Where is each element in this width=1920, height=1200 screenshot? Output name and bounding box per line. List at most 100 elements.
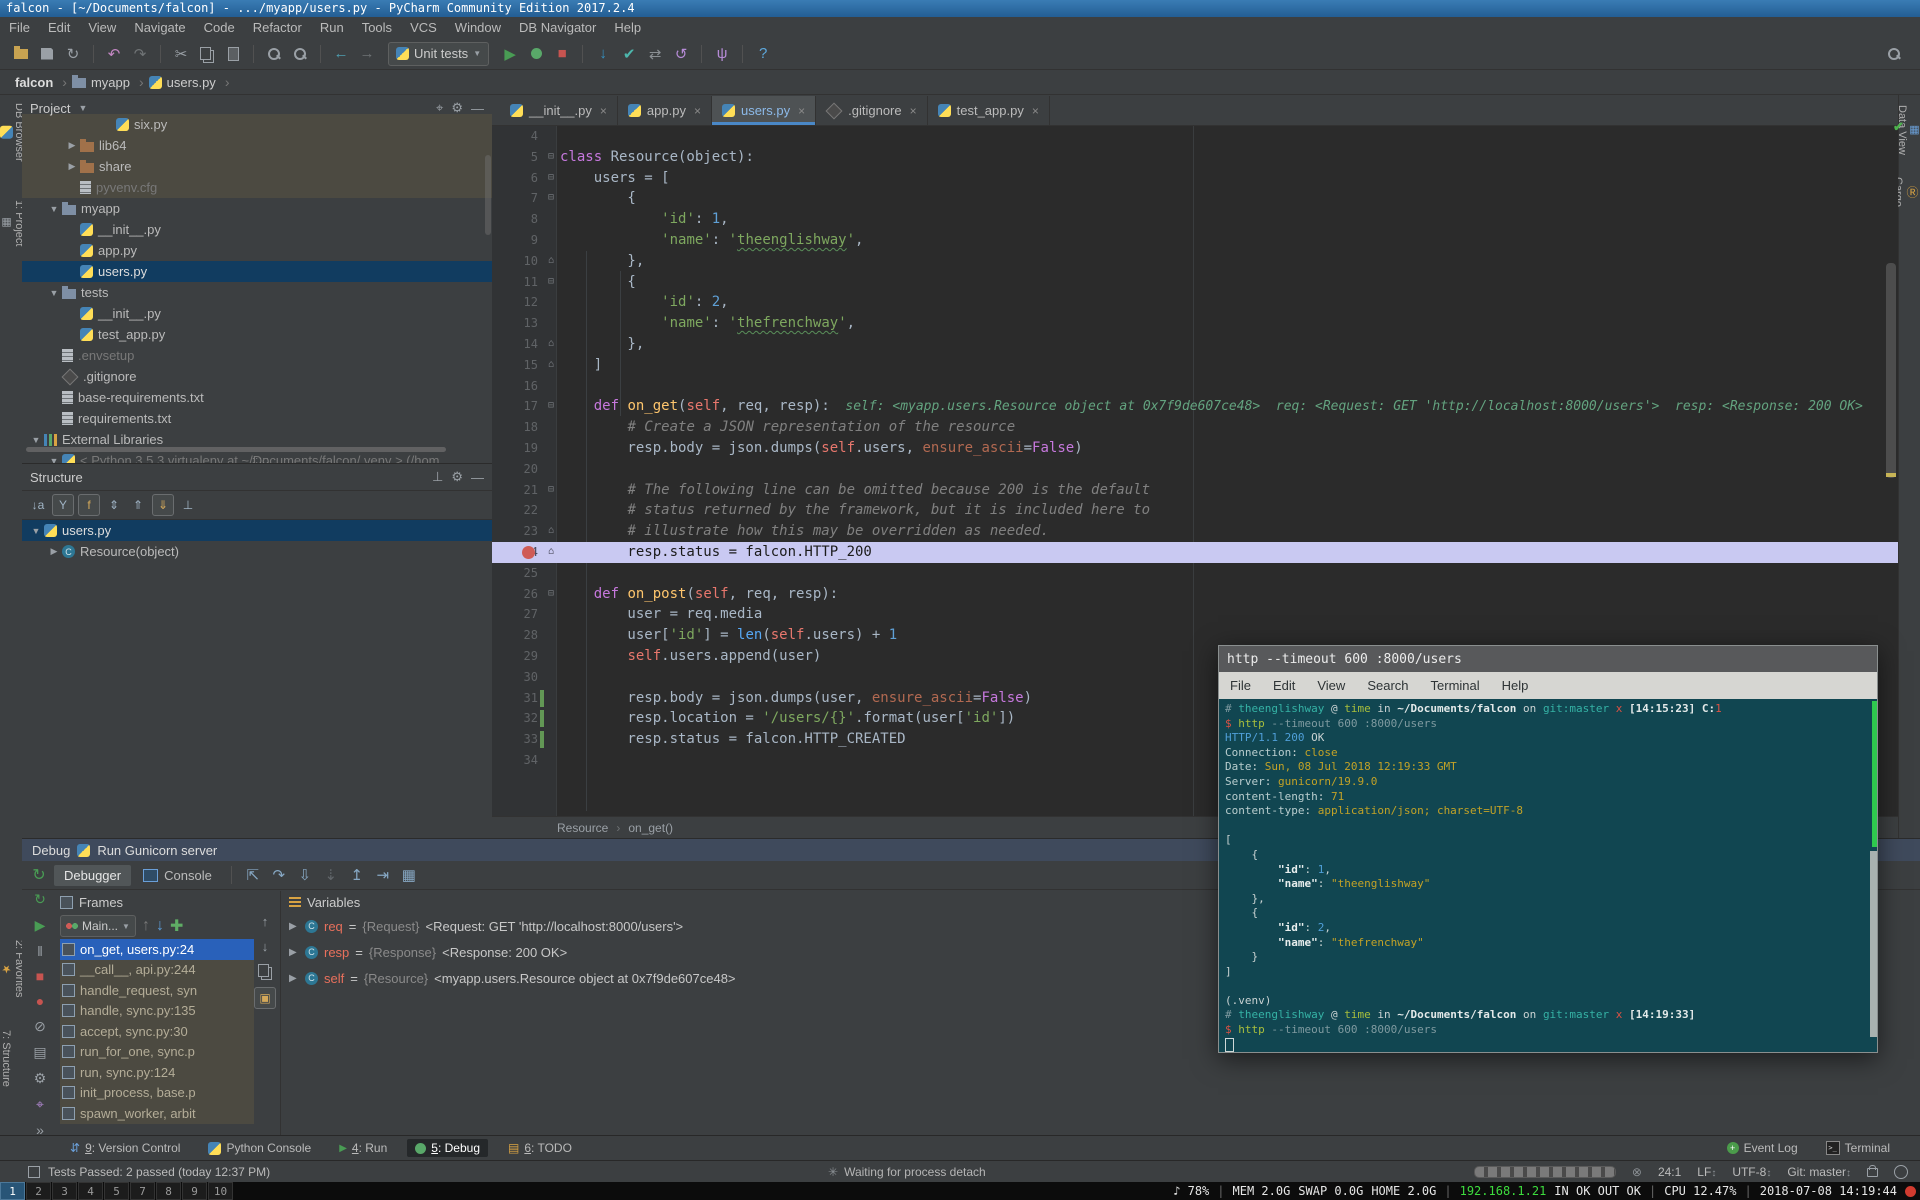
editor-scrollbar[interactable] (1886, 263, 1896, 478)
tree-item-users.py[interactable]: ▼users.py (22, 520, 492, 541)
workspace-8[interactable]: 8 (156, 1182, 181, 1200)
code-line-18[interactable]: 18 # Create a JSON representation of the… (492, 417, 1898, 438)
evaluate-expression-icon[interactable]: ▦ (397, 866, 421, 884)
line-ending-widget[interactable]: LF↕ (1697, 1165, 1716, 1179)
frame-run_for_one[interactable]: run_for_one, sync.p (60, 1042, 254, 1063)
lock-icon[interactable] (1867, 1168, 1878, 1177)
code-line-8[interactable]: 8 'id': 1, (492, 209, 1898, 230)
menu-run[interactable]: Run (311, 17, 353, 38)
toolwindow-python-console[interactable]: Python Console (200, 1139, 319, 1157)
breadcrumb-method[interactable]: on_get() (628, 821, 673, 835)
breadcrumb-item-myapp[interactable]: myapp (72, 75, 130, 90)
fold-end-icon[interactable]: ⌂ (542, 355, 560, 376)
fold-end-icon[interactable]: ⌂ (542, 542, 560, 563)
update-project-icon[interactable]: ↓ (591, 42, 615, 66)
debug-tab-debugger[interactable]: Debugger (54, 865, 131, 886)
chevron-down-icon[interactable]: ▼ (48, 204, 60, 214)
chevron-right-icon[interactable]: ▶ (48, 546, 60, 557)
fold-end-icon[interactable]: ⌂ (542, 521, 560, 542)
menu-navigate[interactable]: Navigate (125, 17, 194, 38)
step-into-icon[interactable]: ⇩ (293, 866, 317, 884)
menu-file[interactable]: File (0, 17, 39, 38)
chevron-right-icon[interactable]: ▶ (66, 140, 78, 151)
code-line-21[interactable]: 21⊟ # The following line can be omitted … (492, 480, 1898, 501)
move-up-icon[interactable]: ↑ (262, 914, 269, 929)
code-line-11[interactable]: 11⊟ { (492, 272, 1898, 293)
editor-tab-users.py[interactable]: users.py× (712, 96, 816, 125)
menu-vcs[interactable]: VCS (401, 17, 446, 38)
stripe-project[interactable]: ▦1: Project (0, 200, 22, 246)
menu-tools[interactable]: Tools (353, 17, 401, 38)
project-vertical-scrollbar[interactable] (485, 155, 491, 235)
breadcrumb-item-falcon[interactable]: falcon (10, 75, 53, 90)
settings-icon[interactable]: ⚙ (34, 1070, 47, 1087)
code-line-22[interactable]: 22 # status returned by the framework, b… (492, 500, 1898, 521)
show-fields-icon[interactable]: f (78, 494, 100, 516)
inspections-ok-icon[interactable]: ✔ (1893, 119, 1904, 135)
restore-layout-icon[interactable]: ▤ (33, 1044, 46, 1061)
hector-inspector-icon[interactable] (1894, 1165, 1908, 1179)
expand-panel-icon[interactable]: ⊥ (432, 469, 443, 485)
fold-end-icon[interactable]: ⌂ (542, 334, 560, 355)
fold-marker-icon[interactable]: ⊟ (542, 396, 560, 417)
branch-icon[interactable]: ψ (710, 42, 734, 66)
tree-item-Resourceobject[interactable]: ▶CResource(object) (22, 541, 492, 562)
hide-panel-icon[interactable]: ― (471, 470, 484, 485)
autoscroll-to-source-icon[interactable]: ⇓ (152, 494, 174, 516)
stripe-favorites[interactable]: ★2: Favorites (0, 940, 22, 997)
code-line-23[interactable]: 23⌂ # illustrate how this may be overrid… (492, 521, 1898, 542)
run-icon[interactable]: ▶ (498, 42, 522, 66)
terminal-menu-view[interactable]: View (1306, 678, 1356, 693)
code-line-24[interactable]: 24⌂ resp.status = falcon.HTTP_200 (492, 542, 1898, 563)
copy-icon[interactable] (195, 42, 219, 66)
code-line-5[interactable]: 5⊟class Resource(object): (492, 147, 1898, 168)
tree-item-__init__.py[interactable]: __init__.py (22, 219, 492, 240)
code-line-25[interactable]: 25 (492, 563, 1898, 584)
fold-marker-icon[interactable]: ⊟ (542, 188, 560, 209)
frame-on_get[interactable]: on_get, users.py:24 (60, 939, 254, 960)
open-file-icon[interactable] (9, 42, 33, 66)
fold-marker-icon[interactable]: ⊟ (542, 480, 560, 501)
fold-marker-icon[interactable]: ⊟ (542, 168, 560, 189)
terminal-scrollbar-thumb[interactable] (1870, 851, 1877, 1037)
copy-frames-icon[interactable] (258, 964, 269, 977)
close-tab-icon[interactable]: × (798, 104, 805, 118)
code-line-26[interactable]: 26⊟ def on_post(self, req, resp): (492, 584, 1898, 605)
breadcrumb-class[interactable]: Resource (557, 821, 608, 835)
encoding-widget[interactable]: UTF-8↕ (1732, 1165, 1771, 1179)
close-tab-icon[interactable]: × (910, 104, 917, 118)
tree-item-__init__.py[interactable]: __init__.py (22, 303, 492, 324)
code-line-6[interactable]: 6⊟ users = [ (492, 168, 1898, 189)
tree-item-users.py[interactable]: users.py (22, 261, 492, 282)
cancel-progress-icon[interactable]: ⊗ (1632, 1165, 1642, 1179)
pause-icon[interactable]: ‖ (37, 943, 43, 959)
add-watch-icon[interactable]: ✚ (170, 916, 183, 936)
frame-spawn_worker[interactable]: spawn_worker, arbit (60, 1103, 254, 1124)
move-down-icon[interactable]: ↓ (262, 939, 269, 954)
toolwindow-event-log[interactable]: +Event Log (1719, 1139, 1806, 1157)
workspace-4[interactable]: 4 (78, 1182, 103, 1200)
help-icon[interactable]: ? (751, 42, 775, 66)
breakpoint-icon[interactable] (522, 546, 535, 559)
code-line-14[interactable]: 14⌂ }, (492, 334, 1898, 355)
tests-status[interactable]: Tests Passed: 2 passed (today 12:37 PM) (28, 1161, 270, 1183)
caret-position[interactable]: 24:1 (1658, 1165, 1681, 1179)
show-execution-point-icon[interactable]: ⇱ (241, 866, 265, 884)
close-tab-icon[interactable]: × (600, 104, 607, 118)
tree-item-test_app.py[interactable]: test_app.py (22, 324, 492, 345)
code-line-28[interactable]: 28 user['id'] = len(self.users) + 1 (492, 625, 1898, 646)
code-line-12[interactable]: 12 'id': 2, (492, 292, 1898, 313)
navigate-forward-icon[interactable]: → (355, 42, 379, 66)
toolwindow-terminal[interactable]: >_Terminal (1818, 1139, 1898, 1157)
code-line-16[interactable]: 16 (492, 376, 1898, 397)
toolwindow-6-todo[interactable]: ▤6: TODO (500, 1139, 580, 1157)
close-tab-icon[interactable]: × (694, 104, 701, 118)
commit-icon[interactable]: ✔ (617, 42, 641, 66)
tree-item-base-requirements.txt[interactable]: base-requirements.txt (22, 387, 492, 408)
frame-handle[interactable]: handle, sync.py:135 (60, 1001, 254, 1022)
menu-db-navigator[interactable]: DB Navigator (510, 17, 605, 38)
tree-item-tests[interactable]: ▼tests (22, 282, 492, 303)
terminal-menu-help[interactable]: Help (1491, 678, 1540, 693)
menu-refactor[interactable]: Refactor (244, 17, 311, 38)
view-breakpoints-icon[interactable]: ● (36, 993, 44, 1009)
